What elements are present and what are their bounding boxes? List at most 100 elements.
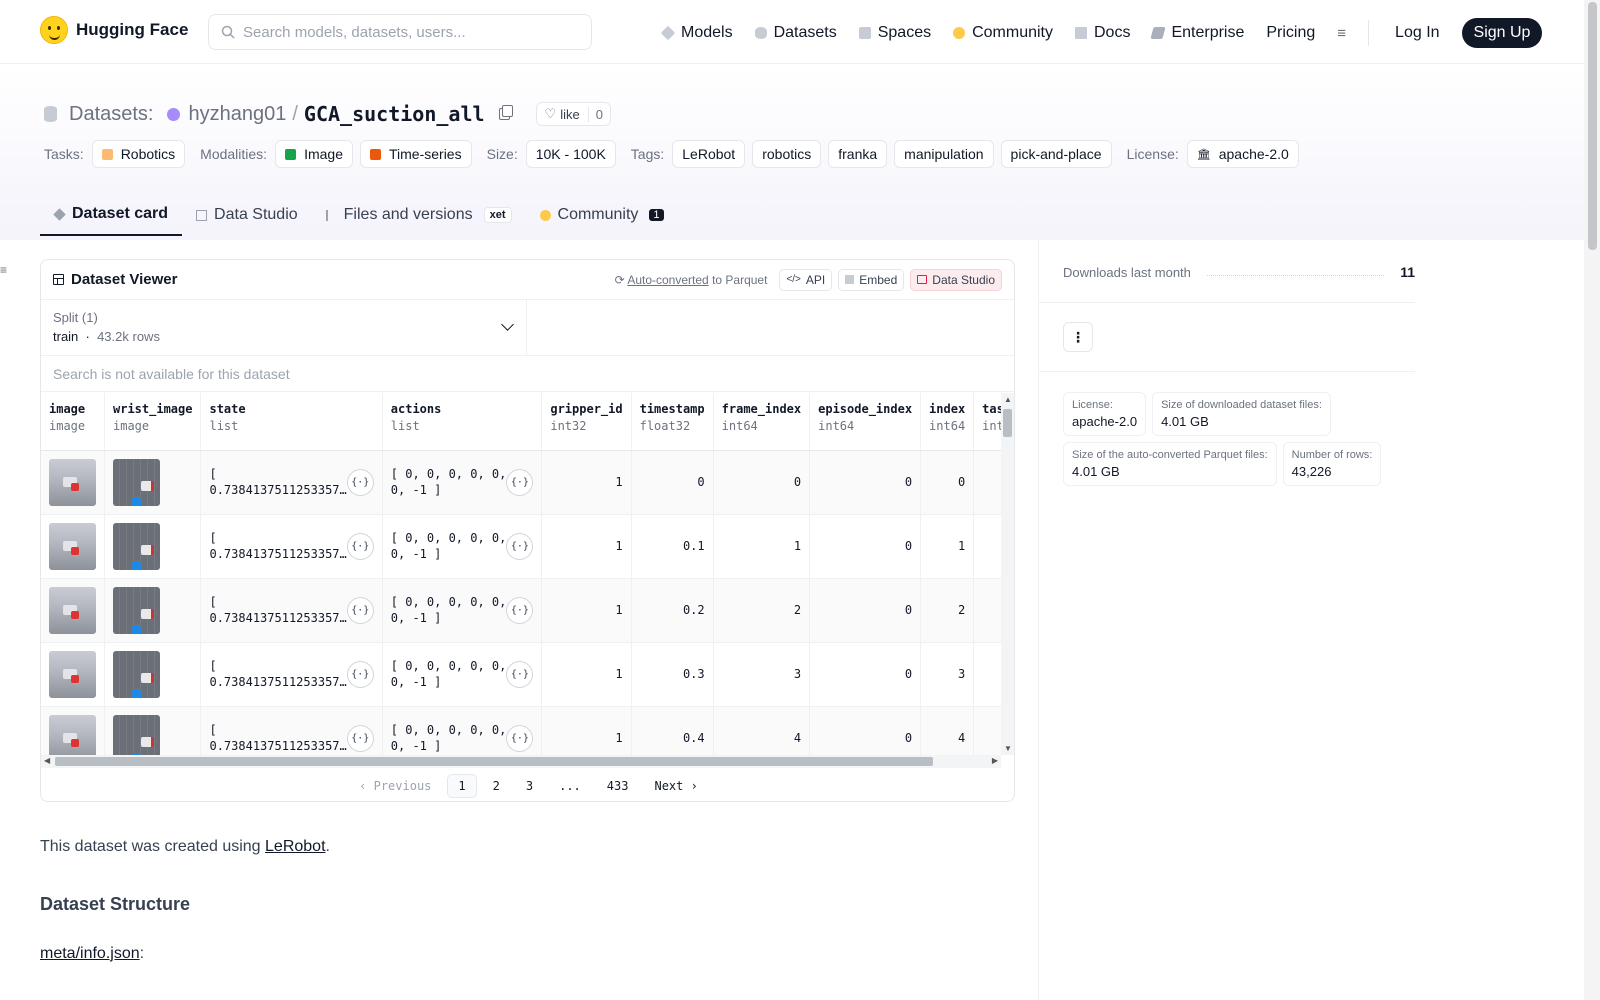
- scroll-right-icon[interactable]: ▶: [992, 756, 998, 765]
- scroll-left-icon[interactable]: ◀: [44, 756, 50, 765]
- nav-enterprise[interactable]: Enterprise: [1150, 24, 1244, 42]
- wrist-image-cell[interactable]: [104, 642, 202, 707]
- meta-info-link[interactable]: meta/info.json: [40, 945, 140, 962]
- image-cell[interactable]: [41, 578, 105, 643]
- wrist-image-cell[interactable]: [104, 514, 202, 579]
- image-cell[interactable]: [41, 706, 105, 755]
- page-1-button[interactable]: 1: [447, 774, 477, 798]
- signup-button[interactable]: Sign Up: [1461, 18, 1543, 48]
- column-header[interactable]: timestamp float32: [631, 393, 714, 451]
- image-thumbnail[interactable]: [49, 458, 96, 506]
- data-table-container[interactable]: image image wrist_image image state list actio…: [41, 393, 1001, 755]
- api-button[interactable]: </> API: [779, 268, 833, 291]
- expand-json-icon[interactable]: {·}: [506, 532, 534, 560]
- column-header[interactable]: image image: [41, 393, 105, 451]
- image-thumbnail[interactable]: [49, 522, 96, 570]
- table-row[interactable]: [ 0.7384137511253357… {·}[ 0, 0, 0, 0, 0,…: [41, 578, 1001, 643]
- more-menu-icon[interactable]: ≡: [1337, 25, 1346, 42]
- image-thumbnail[interactable]: [49, 650, 96, 698]
- nav-spaces[interactable]: Spaces: [858, 24, 931, 42]
- tab-community[interactable]: Community 1: [526, 194, 678, 236]
- tag-robotics[interactable]: Robotics: [91, 140, 186, 168]
- table-row[interactable]: [ 0.7384137511253357… {·}[ 0, 0, 0, 0, 0,…: [41, 642, 1001, 707]
- image-thumbnail[interactable]: [49, 714, 96, 755]
- page-3-button[interactable]: 3: [516, 775, 543, 797]
- login-link[interactable]: Log In: [1395, 24, 1439, 42]
- expand-json-icon[interactable]: {·}: [506, 724, 534, 752]
- tag-time-series[interactable]: Time-series: [360, 140, 472, 168]
- vertical-scroll-thumb[interactable]: [1003, 409, 1012, 437]
- dataset-name[interactable]: GCA_suction_all: [304, 102, 485, 126]
- next-page-button[interactable]: Next ›: [644, 775, 707, 797]
- expand-json-icon[interactable]: {·}: [506, 660, 534, 688]
- tag-lerobot[interactable]: LeRobot: [672, 140, 746, 168]
- nav-community[interactable]: Community: [953, 24, 1053, 42]
- horizontal-scroll-thumb[interactable]: [55, 757, 933, 766]
- expand-json-icon[interactable]: {·}: [346, 724, 374, 752]
- wrist-image-thumbnail[interactable]: [113, 714, 160, 755]
- wrist-image-thumbnail[interactable]: [113, 458, 160, 506]
- column-header[interactable]: index int64: [920, 393, 975, 451]
- tag-size[interactable]: 10K - 100K: [525, 140, 616, 168]
- horizontal-scrollbar[interactable]: ◀ ▶: [41, 755, 1001, 768]
- scroll-down-icon[interactable]: ▼: [1004, 744, 1012, 753]
- expand-json-icon[interactable]: {·}: [346, 596, 374, 624]
- nav-pricing[interactable]: Pricing: [1266, 24, 1315, 42]
- page-2-button[interactable]: 2: [483, 775, 510, 797]
- nav-models[interactable]: Models: [660, 24, 733, 42]
- previous-page-button[interactable]: ‹ Previous: [349, 775, 441, 797]
- global-search[interactable]: [208, 14, 592, 50]
- tag-manipulation[interactable]: manipulation: [894, 140, 994, 168]
- tab-dataset-card[interactable]: Dataset card: [40, 194, 183, 236]
- brand-logo[interactable]: Hugging Face: [40, 16, 188, 44]
- wrist-image-thumbnail[interactable]: [113, 522, 160, 570]
- column-header[interactable]: frame_index int64: [713, 393, 811, 451]
- image-thumbnail[interactable]: [49, 586, 96, 634]
- wrist-image-cell[interactable]: [104, 706, 202, 755]
- scroll-up-icon[interactable]: ▲: [1004, 395, 1012, 404]
- data-studio-button[interactable]: Data Studio: [910, 268, 1002, 291]
- owner-link[interactable]: hyzhang01: [188, 103, 286, 126]
- copy-icon[interactable]: [498, 105, 513, 120]
- lerobot-link[interactable]: LeRobot: [265, 838, 326, 855]
- wrist-image-thumbnail[interactable]: [113, 586, 160, 634]
- vertical-scrollbar[interactable]: ▲ ▼: [1001, 393, 1014, 755]
- wrist-image-cell[interactable]: [104, 578, 202, 643]
- wrist-image-cell[interactable]: [104, 450, 202, 515]
- column-header[interactable]: wrist_image image: [104, 393, 202, 451]
- table-row[interactable]: [ 0.7384137511253357… {·}[ 0, 0, 0, 0, 0,…: [41, 514, 1001, 579]
- tag-robotics-keyword[interactable]: robotics: [752, 140, 822, 168]
- page-scroll-thumb[interactable]: [1588, 2, 1597, 250]
- global-search-input[interactable]: [243, 23, 573, 41]
- expand-json-icon[interactable]: {·}: [346, 532, 374, 560]
- image-cell[interactable]: [41, 514, 105, 579]
- column-header[interactable]: episode_index int64: [809, 393, 922, 451]
- column-header[interactable]: state list: [200, 393, 383, 451]
- tab-data-studio[interactable]: Data Studio: [182, 194, 312, 236]
- like-button[interactable]: ♡ like 0: [535, 102, 611, 126]
- auto-converted-link[interactable]: Auto-converted: [627, 273, 708, 287]
- page-scrollbar[interactable]: [1584, 0, 1600, 1000]
- page-last-button[interactable]: 433: [597, 775, 639, 797]
- column-header[interactable]: actions list: [382, 393, 543, 451]
- owner-avatar[interactable]: [167, 107, 181, 121]
- expand-json-icon[interactable]: {·}: [506, 596, 534, 624]
- table-row[interactable]: [ 0.7384137511253357… {·}[ 0, 0, 0, 0, 0,…: [41, 706, 1001, 755]
- expand-json-icon[interactable]: {·}: [346, 468, 374, 496]
- column-header[interactable]: gripper_id int32: [541, 393, 632, 451]
- nav-datasets[interactable]: Datasets: [754, 24, 837, 42]
- tag-image[interactable]: Image: [275, 140, 353, 168]
- tab-files-and-versions[interactable]: Files and versions xet: [312, 194, 526, 236]
- tag-license[interactable]: 🏛 apache-2.0: [1186, 140, 1299, 168]
- wrist-image-thumbnail[interactable]: [113, 650, 160, 698]
- tag-pick-and-place[interactable]: pick-and-place: [1000, 140, 1112, 168]
- embed-button[interactable]: Embed: [838, 268, 905, 291]
- image-cell[interactable]: [41, 642, 105, 707]
- expand-json-icon[interactable]: {·}: [506, 468, 534, 496]
- column-header[interactable]: task_index int64: [973, 393, 1001, 451]
- tag-franka[interactable]: franka: [828, 140, 888, 168]
- expand-json-icon[interactable]: {·}: [346, 660, 374, 688]
- table-row[interactable]: [ 0.7384137511253357… {·}[ 0, 0, 0, 0, 0,…: [41, 450, 1001, 515]
- more-options-button[interactable]: ⋮: [1063, 322, 1093, 352]
- image-cell[interactable]: [41, 450, 105, 515]
